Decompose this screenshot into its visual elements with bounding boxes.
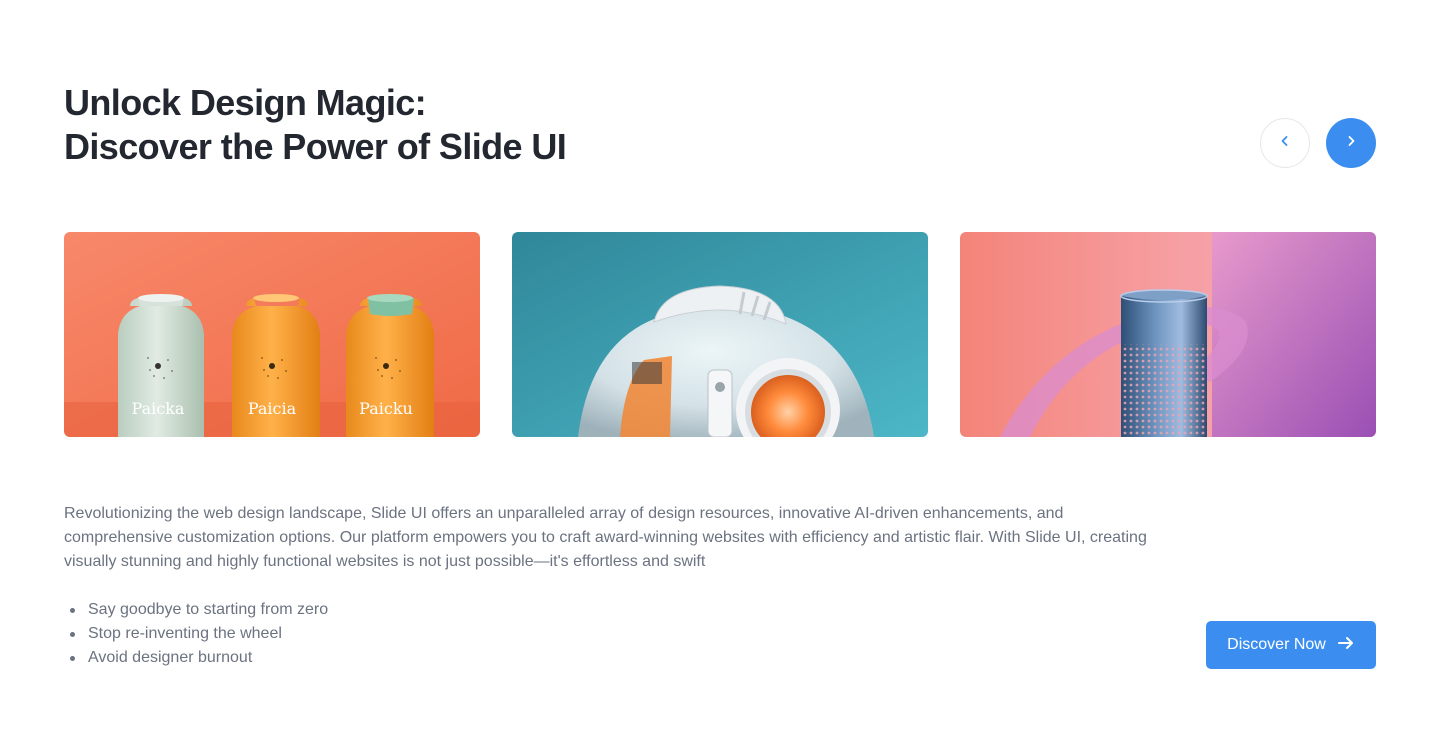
chevron-left-icon <box>1278 134 1292 153</box>
chevron-right-icon <box>1344 134 1358 153</box>
carousel-next-button[interactable] <box>1326 118 1376 168</box>
discover-now-label: Discover Now <box>1227 636 1326 653</box>
bottle-label-1: Paicka <box>132 399 185 418</box>
carousel-slide-packaging[interactable]: Paicka Paicia Paicku <box>64 232 480 437</box>
smart-speaker-image <box>960 232 1376 437</box>
description-text: Revolutionizing the web design landscape… <box>64 505 1147 570</box>
bottle-label-3: Paicku <box>359 399 413 418</box>
packaging-bottles-image: Paicka Paicia Paicku <box>64 232 480 437</box>
carousel-slide-robot[interactable] <box>512 232 928 437</box>
bullet-icon <box>70 607 75 613</box>
page-title-line-1: Unlock Design Magic: <box>64 82 427 123</box>
feature-text: Stop re-inventing the wheel <box>88 625 282 642</box>
carousel-slide-speaker[interactable] <box>960 232 1376 437</box>
feature-text: Avoid designer burnout <box>88 649 253 666</box>
list-item: Stop re-inventing the wheel <box>70 622 328 646</box>
arrow-right-icon <box>1337 634 1355 657</box>
robot-device-image <box>512 232 928 437</box>
bottle-label-2: Paicia <box>248 399 297 418</box>
feature-text: Say goodbye to starting from zero <box>88 601 329 618</box>
list-item: Avoid designer burnout <box>70 646 328 670</box>
carousel-prev-button[interactable] <box>1260 118 1310 168</box>
discover-now-button[interactable]: Discover Now <box>1206 621 1376 669</box>
bullet-icon <box>70 631 75 637</box>
feature-list: Say goodbye to starting from zero Stop r… <box>70 598 328 670</box>
bullet-icon <box>70 655 75 661</box>
page-title-line-2: Discover the Power of Slide UI <box>64 126 567 167</box>
list-item: Say goodbye to starting from zero <box>70 598 328 622</box>
